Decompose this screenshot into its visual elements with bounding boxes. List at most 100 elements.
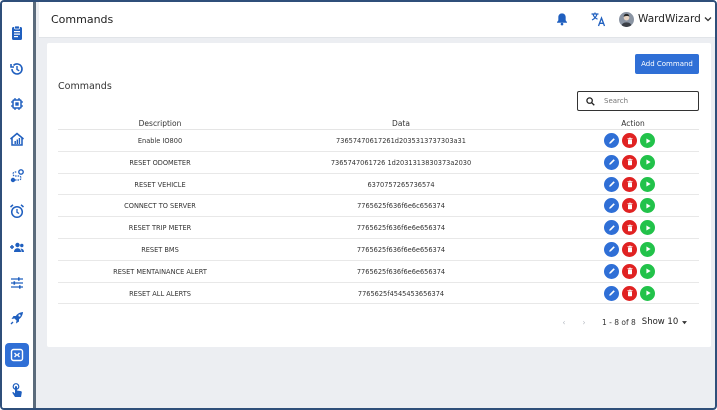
translate-icon[interactable] bbox=[590, 11, 606, 27]
edit-button[interactable] bbox=[604, 198, 619, 214]
touch-icon[interactable] bbox=[6, 379, 28, 401]
route-icon[interactable] bbox=[6, 165, 28, 187]
pencil-icon bbox=[608, 137, 615, 144]
table-row: RESET ALL ALERTS 7765625f4545453656374 bbox=[58, 283, 699, 305]
row-description: CONNECT TO SERVER bbox=[124, 202, 196, 211]
trash-icon bbox=[626, 158, 633, 166]
delete-button[interactable] bbox=[622, 133, 637, 148]
run-button[interactable] bbox=[640, 154, 655, 170]
row-data: 7765625f636f6e6c656374 bbox=[357, 202, 445, 211]
rocket-icon[interactable] bbox=[6, 307, 28, 329]
play-icon bbox=[645, 225, 651, 231]
row-actions bbox=[604, 285, 655, 301]
run-button[interactable] bbox=[640, 285, 655, 301]
row-description: RESET TRIP METER bbox=[128, 224, 192, 233]
delete-button[interactable] bbox=[622, 154, 637, 170]
delete-button[interactable] bbox=[622, 176, 637, 192]
pencil-icon bbox=[608, 203, 615, 209]
row-description: RESET BMS bbox=[141, 245, 179, 254]
table-header: Description Data Action bbox=[58, 116, 699, 130]
clipboard-icon[interactable] bbox=[6, 22, 28, 44]
delete-button[interactable] bbox=[622, 241, 637, 257]
run-button[interactable] bbox=[640, 241, 655, 257]
search-input[interactable] bbox=[604, 97, 694, 105]
trash-icon bbox=[626, 202, 633, 210]
row-data: 7765625f636f6e6e656374 bbox=[356, 245, 446, 254]
page-size-select[interactable]: Show 10 bbox=[642, 317, 688, 327]
pagination-info: 1 - 8 of 8 bbox=[602, 317, 636, 327]
add-command-button[interactable]: Add Command bbox=[635, 54, 699, 74]
pencil-icon bbox=[608, 159, 615, 166]
commands-card: Add Command Commands Description Data Ac… bbox=[47, 43, 711, 347]
edit-button[interactable] bbox=[604, 263, 619, 279]
play-icon bbox=[645, 290, 651, 296]
sidebar bbox=[2, 2, 36, 408]
table-row: RESET VEHICLE 6370757265736574 bbox=[58, 174, 699, 196]
row-actions bbox=[604, 176, 655, 192]
row-actions bbox=[604, 154, 655, 170]
next-page-icon[interactable]: › bbox=[574, 318, 594, 327]
delete-button[interactable] bbox=[622, 198, 637, 214]
row-actions bbox=[604, 198, 655, 214]
edit-button[interactable] bbox=[604, 285, 619, 301]
row-actions bbox=[604, 220, 655, 236]
alarm-icon[interactable] bbox=[6, 200, 28, 222]
card-title: Commands bbox=[58, 81, 112, 92]
table-row: RESET BMS 7765625f636f6e6e656374 bbox=[58, 239, 699, 261]
prev-page-icon[interactable]: ‹ bbox=[554, 318, 574, 327]
pencil-icon bbox=[608, 268, 615, 275]
delete-button[interactable] bbox=[622, 263, 637, 279]
row-data: 7765625f4545453656374 bbox=[357, 289, 445, 298]
pencil-icon bbox=[608, 290, 615, 296]
command-icon[interactable] bbox=[5, 343, 29, 367]
page-size-label: Show 10 bbox=[641, 317, 679, 327]
table-row: RESET TRIP METER 7765625f636f6e6e656374 bbox=[58, 217, 699, 239]
row-data: 7765625f636f6e6e656374 bbox=[356, 267, 446, 276]
play-icon bbox=[645, 246, 651, 253]
search-box[interactable] bbox=[577, 91, 699, 111]
play-icon bbox=[645, 159, 651, 165]
edit-button[interactable] bbox=[604, 154, 619, 170]
run-button[interactable] bbox=[640, 198, 655, 214]
table-row: RESET ODOMETER 7365747061726 1d2031313830… bbox=[58, 152, 699, 174]
delete-button[interactable] bbox=[622, 220, 637, 236]
edit-button[interactable] bbox=[604, 241, 619, 257]
pencil-icon bbox=[608, 181, 615, 187]
trash-icon bbox=[626, 267, 633, 275]
row-data: 7765625f636f6e6e656374 bbox=[356, 224, 446, 233]
trash-icon bbox=[626, 137, 633, 144]
edit-button[interactable] bbox=[604, 176, 619, 192]
trash-icon bbox=[626, 180, 633, 188]
edit-button[interactable] bbox=[604, 133, 619, 148]
pencil-icon bbox=[608, 224, 615, 231]
edit-button[interactable] bbox=[604, 220, 619, 236]
column-header-action: Action bbox=[621, 119, 645, 128]
row-description: Enable IO800 bbox=[137, 137, 183, 145]
bell-icon[interactable] bbox=[555, 12, 569, 26]
play-icon bbox=[645, 137, 651, 144]
user-name[interactable]: WardWizard bbox=[638, 13, 701, 25]
page-title: Commands bbox=[51, 13, 114, 26]
run-button[interactable] bbox=[640, 263, 655, 279]
avatar[interactable] bbox=[619, 12, 634, 27]
add-group-icon[interactable] bbox=[6, 236, 28, 258]
row-data: 6370757265736574 bbox=[367, 180, 435, 189]
app-frame: Commands WardWizard Add Command Commands bbox=[0, 0, 717, 410]
history-icon[interactable] bbox=[6, 58, 28, 80]
commands-table: Description Data Action Enable IO800 7365… bbox=[58, 116, 699, 305]
run-button[interactable] bbox=[640, 220, 655, 236]
trash-icon bbox=[626, 246, 633, 253]
column-header-data: Data bbox=[392, 119, 410, 128]
play-icon bbox=[645, 203, 651, 209]
play-icon bbox=[645, 268, 651, 274]
row-data: 7365747061726 1d2031313830373a2030 bbox=[330, 158, 472, 167]
chevron-down-icon[interactable] bbox=[703, 14, 713, 24]
run-button[interactable] bbox=[640, 176, 655, 192]
run-button[interactable] bbox=[640, 133, 655, 148]
chip-icon[interactable] bbox=[6, 93, 28, 115]
sliders-icon[interactable] bbox=[6, 272, 28, 294]
pagination: ‹ › 1 - 8 of 8 Show 10 bbox=[554, 315, 688, 329]
delete-button[interactable] bbox=[622, 285, 637, 301]
table-row: RESET MENTAINANCE ALERT 7765625f636f6e6e6… bbox=[58, 261, 699, 283]
home-chart-icon[interactable] bbox=[6, 128, 28, 150]
